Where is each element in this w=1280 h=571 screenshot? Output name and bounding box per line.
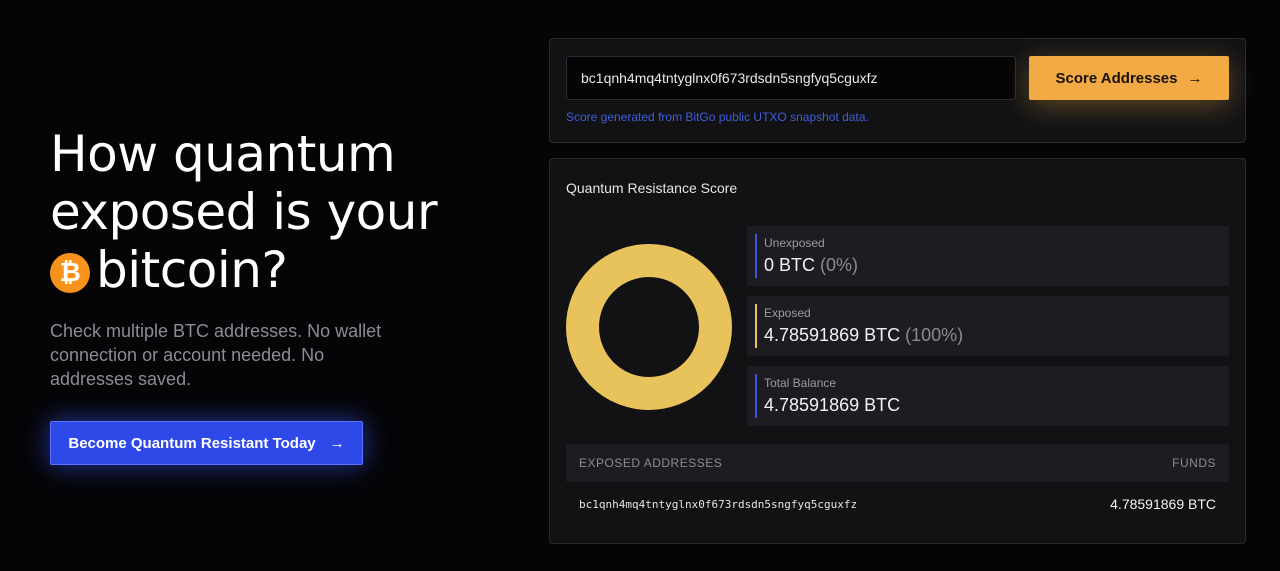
- title-line-1: How quantum: [50, 125, 396, 183]
- unexposed-value: 0 BTC (0%): [764, 255, 858, 276]
- table-header: EXPOSED ADDRESSES FUNDS: [566, 444, 1229, 482]
- score-title: Quantum Resistance Score: [566, 180, 738, 196]
- total-balance-label: Total Balance: [764, 376, 837, 390]
- bitcoin-icon: ₿: [50, 253, 90, 293]
- score-button-label: Score Addresses: [1055, 69, 1178, 87]
- total-balance-value: 4.78591869 BTC: [764, 395, 901, 415]
- exposed-bar: [755, 304, 757, 348]
- unexposed-bar: [755, 234, 757, 278]
- page-title: How quantum exposed is your ₿ bitcoin?: [50, 125, 510, 299]
- unexposed-card: Unexposed 0 BTC (0%): [747, 226, 1229, 286]
- source-note: Score generated from BitGo public UTXO s…: [566, 110, 869, 124]
- exposed-percent: (100%): [905, 325, 964, 345]
- table-row: bc1qnh4mq4tntyglnx0f673rdsdn5sngfyq5cgux…: [566, 482, 1229, 526]
- exposed-amount: 4.78591869 BTC: [764, 325, 901, 345]
- exposed-value: 4.78591869 BTC (100%): [764, 325, 963, 346]
- total-balance-card: Total Balance 4.78591869 BTC: [747, 366, 1229, 426]
- unexposed-amount: 0 BTC: [764, 255, 816, 275]
- hero-subtitle: Check multiple BTC addresses. No wallet …: [50, 321, 382, 389]
- title-line-3-text: bitcoin?: [96, 241, 288, 299]
- row-funds: 4.78591869 BTC: [1110, 496, 1216, 512]
- column-header-funds: FUNDS: [1172, 456, 1216, 470]
- unexposed-label: Unexposed: [764, 236, 825, 250]
- title-line-3: ₿ bitcoin?: [50, 241, 510, 299]
- row-address: bc1qnh4mq4tntyglnx0f673rdsdn5sngfyq5cgux…: [579, 497, 858, 511]
- hero-section: How quantum exposed is your ₿ bitcoin? Ch…: [50, 125, 510, 465]
- total-bar: [755, 374, 757, 418]
- exposed-card: Exposed 4.78591869 BTC (100%): [747, 296, 1229, 356]
- become-quantum-resistant-button[interactable]: Become Quantum Resistant Today →: [50, 421, 363, 465]
- donut-exposed-segment: [566, 244, 732, 410]
- exposed-addresses-table: EXPOSED ADDRESSES FUNDS bc1qnh4mq4tntygl…: [566, 444, 1229, 526]
- address-input[interactable]: [566, 56, 1016, 100]
- score-panel: Quantum Resistance Score Unexposed 0 BTC…: [549, 158, 1246, 544]
- address-input-panel: Score Addresses → Score generated from B…: [549, 38, 1246, 143]
- exposed-label: Exposed: [764, 306, 811, 320]
- column-header-addresses: EXPOSED ADDRESSES: [579, 456, 723, 470]
- cta-label: Become Quantum Resistant Today: [68, 434, 316, 452]
- unexposed-percent: (0%): [820, 255, 859, 275]
- exposure-donut-chart: [566, 244, 732, 410]
- arrow-right-icon: →: [1187, 69, 1203, 87]
- score-addresses-button[interactable]: Score Addresses →: [1029, 56, 1229, 100]
- title-line-2: exposed is your: [50, 183, 438, 241]
- arrow-right-icon: →: [329, 434, 345, 452]
